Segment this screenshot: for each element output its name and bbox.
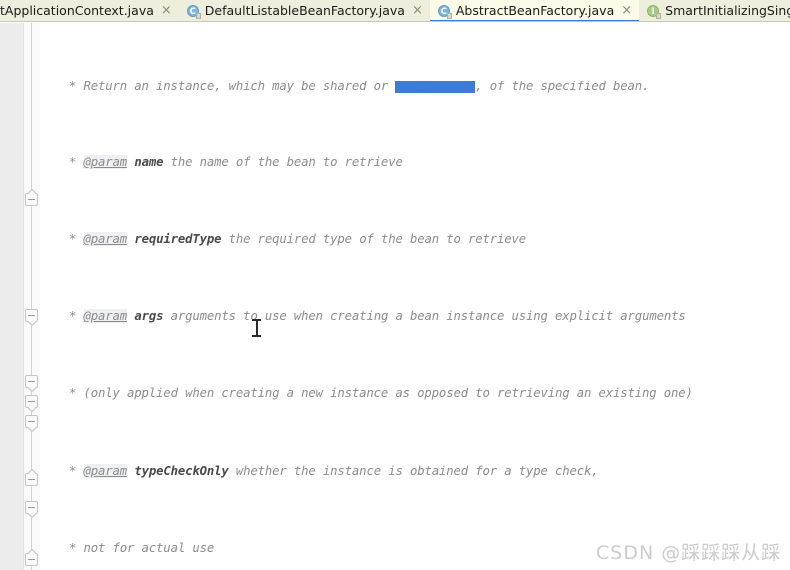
editor-tab-application-context[interactable]: tApplicationContext.java ×: [0, 0, 179, 21]
editor-tab-abstract-bean-factory[interactable]: C AbstractBeanFactory.java ×: [429, 0, 640, 21]
code-line: * @param typeCheckOnly whether the insta…: [69, 463, 599, 478]
fold-marker-expand-block-2[interactable]: [25, 395, 38, 408]
fold-marker-collapse-block-2[interactable]: [25, 553, 38, 566]
fold-marker-expand-block-3[interactable]: [25, 415, 38, 428]
editor-tab-label: SmartInitializingSinglet: [665, 3, 790, 18]
folding-guide-line: [31, 23, 32, 570]
code-line: * not for actual use: [69, 540, 215, 555]
code-folding-strip[interactable]: [24, 23, 40, 570]
close-icon[interactable]: ×: [621, 4, 632, 18]
close-icon[interactable]: ×: [412, 4, 423, 18]
java-interface-icon: I: [647, 4, 662, 19]
editor-tab-smart-initializing-singleton[interactable]: I SmartInitializingSinglet: [639, 0, 790, 21]
code-line: * @param requiredType the required type …: [69, 231, 527, 246]
code-content[interactable]: * Return an instance, which may be share…: [40, 23, 790, 570]
code-line: * Return an instance, which may be share…: [40, 80, 650, 93]
fold-marker-expand-method[interactable]: [25, 309, 38, 322]
java-class-icon: C: [437, 4, 452, 19]
editor-tab-default-listable-bean-factory[interactable]: C DefaultListableBeanFactory.java ×: [178, 0, 430, 21]
file-fold-corner: [656, 12, 662, 19]
fold-marker-expand-block-1[interactable]: [25, 375, 38, 388]
code-line: * @param args arguments to use when crea…: [69, 309, 686, 324]
close-icon[interactable]: ×: [161, 4, 172, 18]
editor-gutter[interactable]: [0, 23, 24, 570]
editor-tab-label: tApplicationContext.java: [0, 3, 154, 18]
editor-tab-label: DefaultListableBeanFactory.java: [204, 3, 405, 18]
editor-tab-bar: tApplicationContext.java × C DefaultList…: [0, 0, 790, 22]
code-editor[interactable]: * Return an instance, which may be share…: [0, 23, 790, 570]
editor-tab-label: AbstractBeanFactory.java: [455, 3, 615, 18]
java-class-icon: C: [186, 4, 201, 19]
fold-marker-expand-block-4[interactable]: [25, 501, 38, 514]
ide-editor-window: tApplicationContext.java × C DefaultList…: [0, 0, 790, 570]
code-line: * @param name the name of the bean to re…: [69, 154, 403, 169]
fold-marker-collapse-javadoc[interactable]: [25, 193, 38, 206]
file-fold-corner: [195, 12, 201, 19]
code-line: * (only applied when creating a new inst…: [69, 386, 693, 401]
file-fold-corner: [446, 12, 452, 19]
fold-marker-collapse-block-1[interactable]: [25, 473, 38, 486]
